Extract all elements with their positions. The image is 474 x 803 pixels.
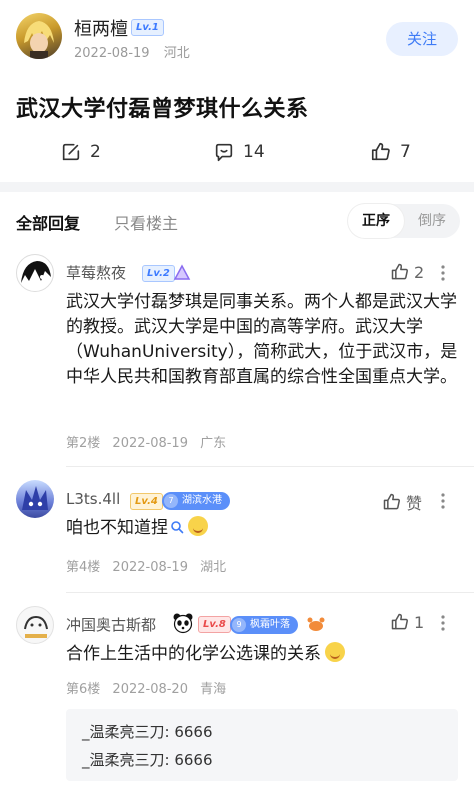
post-location: 河北: [163, 46, 190, 61]
thumbs-up-icon: [371, 142, 390, 161]
comment-text: 咱也不知道捏: [66, 518, 168, 538]
tag-number: 9: [232, 618, 246, 632]
commenter-level-badge: Lv.2: [142, 265, 175, 282]
comment-item: 草莓熬夜 Lv.2 2 武汉大学付磊梦琪是同事关系。两个人都是武汉大学的教授。武…: [0, 252, 474, 457]
comment-date: 2022-08-20: [112, 682, 188, 697]
search-icon[interactable]: [170, 520, 184, 534]
sort-ascending-button[interactable]: 正序: [348, 204, 404, 238]
comment-count: 2: [90, 142, 101, 162]
edit-comment-icon: [62, 143, 80, 161]
comment-divider: [66, 592, 474, 593]
commenter-level-badge: Lv.4: [130, 493, 163, 510]
commenter-avatar[interactable]: [16, 254, 54, 292]
comment-text: 武汉大学付磊梦琪是同事关系。两个人都是武汉大学的教授。武汉大学是中国的高等学府。…: [66, 292, 458, 387]
comment-meta: 第2楼 2022-08-19 广东: [66, 432, 234, 451]
comment-meta: 第6楼 2022-08-20 青海: [66, 678, 234, 697]
like-count: 7: [400, 142, 411, 162]
comment-like-count: 2: [414, 262, 425, 282]
author-avatar[interactable]: [16, 13, 62, 59]
more-options-icon[interactable]: [440, 264, 446, 282]
comment-floor: 第6楼: [66, 682, 101, 697]
commenter-name[interactable]: 冲国奥古斯都: [66, 614, 156, 635]
chat-bubble-icon: [215, 143, 233, 162]
comment-date: 2022-08-19: [112, 560, 188, 575]
crab-icon: [307, 617, 325, 631]
message-count: 14: [243, 142, 265, 162]
comment-floor: 第2楼: [66, 436, 101, 451]
like-count-button[interactable]: 7: [370, 138, 411, 166]
tab-all-replies[interactable]: 全部回复: [16, 210, 80, 234]
commenter-avatar[interactable]: [16, 480, 54, 518]
more-options-icon[interactable]: [440, 492, 446, 510]
post-meta: 2022-08-19 河北: [74, 42, 200, 61]
thumbs-up-icon: [383, 493, 400, 510]
sort-descending-button[interactable]: 倒序: [404, 204, 460, 238]
fan-tag: 9 枫霜叶落: [230, 616, 298, 634]
comment-location: 青海: [200, 682, 227, 697]
smiling-emoji-icon: [325, 642, 345, 662]
post-stats: 2 14 7: [0, 138, 474, 168]
comment-like-label: 赞: [406, 494, 423, 513]
comment-item: L3ts.4ll Lv.4 7 湖滨水港 赞 咱也不知道捏 第4楼 2022-0…: [0, 478, 474, 588]
author-level-badge: Lv.1: [131, 19, 164, 36]
post-date: 2022-08-19: [74, 46, 150, 61]
section-divider: [0, 182, 474, 192]
laughing-emoji-icon: [188, 516, 208, 536]
thumbs-up-icon: [391, 263, 408, 280]
comment-content: 合作上生活中的化学公选课的关系: [66, 642, 462, 667]
tag-number: 7: [164, 494, 178, 508]
fan-tag: 7 湖滨水港: [162, 492, 230, 510]
message-count-button[interactable]: 14: [213, 138, 265, 166]
commenter-avatar[interactable]: [16, 606, 54, 644]
triangle-badge-icon: [173, 264, 191, 280]
author-name[interactable]: 桓两檀: [74, 15, 128, 41]
follow-button[interactable]: 关注: [386, 22, 458, 56]
comment-floor: 第4楼: [66, 560, 101, 575]
tag-label: 湖滨水港: [182, 495, 222, 506]
comment-divider: [66, 466, 474, 467]
comment-like-count: 1: [414, 612, 425, 632]
sub-reply[interactable]: _温柔亮三刀: 6666: [82, 749, 213, 770]
comment-count-button[interactable]: 2: [60, 138, 101, 166]
comment-like-button[interactable]: 2: [390, 262, 424, 282]
comment-location: 广东: [200, 436, 227, 451]
thumbs-up-icon: [391, 613, 408, 630]
comment-content: 咱也不知道捏: [66, 516, 462, 541]
comment-location: 湖北: [200, 560, 227, 575]
commenter-level-badge: Lv.8: [198, 616, 231, 633]
sub-reply-box[interactable]: _温柔亮三刀: 6666 _温柔亮三刀: 6666: [66, 709, 458, 781]
comment-like-button[interactable]: 赞: [382, 490, 422, 514]
sort-toggle: 正序 倒序: [348, 204, 460, 238]
comment-date: 2022-08-19: [112, 436, 188, 451]
sort-bar: 全部回复 只看楼主 正序 倒序: [0, 200, 474, 240]
tag-label: 枫霜叶落: [250, 619, 290, 630]
comment-meta: 第4楼 2022-08-19 湖北: [66, 556, 234, 575]
comment-like-button[interactable]: 1: [390, 612, 424, 632]
sub-reply[interactable]: _温柔亮三刀: 6666: [82, 721, 213, 742]
post-title: 武汉大学付磊曾梦琪什么关系: [16, 97, 309, 122]
comment-item: 冲国奥古斯都 Lv.8 9 枫霜叶落 1 合作上生活中的化学公选课的关系 第6楼…: [0, 604, 474, 704]
commenter-name[interactable]: 草莓熬夜: [66, 262, 126, 283]
panda-icon: [173, 613, 193, 634]
tab-host-only[interactable]: 只看楼主: [114, 210, 178, 234]
more-options-icon[interactable]: [440, 614, 446, 632]
post-header: 桓两檀 Lv.1 2022-08-19 河北 关注: [0, 0, 474, 82]
comment-text: 合作上生活中的化学公选课的关系: [66, 644, 321, 664]
commenter-name[interactable]: L3ts.4ll: [66, 490, 120, 508]
